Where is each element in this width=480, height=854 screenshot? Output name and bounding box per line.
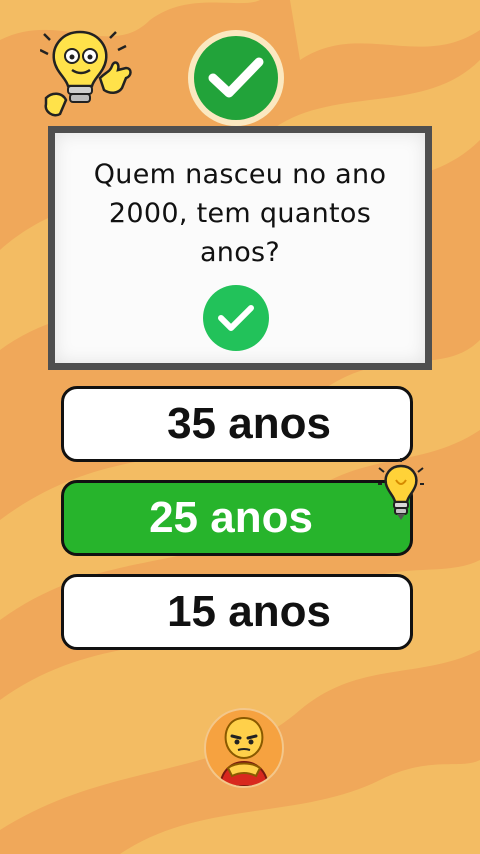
hero-mascot-avatar bbox=[204, 708, 284, 788]
answer-label: 35 anos bbox=[167, 399, 331, 448]
question-line: anos? bbox=[199, 237, 281, 268]
check-circle-icon bbox=[203, 285, 269, 351]
check-circle-icon bbox=[194, 36, 278, 120]
answer-label: 15 anos bbox=[167, 587, 331, 636]
question-card: Quem nasceu no ano 2000, tem quantos ano… bbox=[48, 126, 432, 370]
question-line: 2000, tem quantos bbox=[108, 198, 372, 229]
answer-option-3[interactable]: 15 anos bbox=[61, 574, 413, 650]
question-text: Quem nasceu no ano 2000, tem quantos ano… bbox=[55, 155, 425, 272]
lightbulb-mascot bbox=[40, 30, 132, 117]
answer-label: 25 anos bbox=[149, 493, 313, 542]
top-check-badge bbox=[188, 30, 284, 126]
question-line: Quem nasceu no ano bbox=[93, 159, 387, 190]
answer-option-1[interactable]: 35 anos bbox=[61, 386, 413, 462]
question-paper: Quem nasceu no ano 2000, tem quantos ano… bbox=[55, 133, 425, 363]
answer-option-2-correct[interactable]: 25 anos bbox=[61, 480, 413, 556]
lightbulb-icon bbox=[378, 458, 424, 520]
